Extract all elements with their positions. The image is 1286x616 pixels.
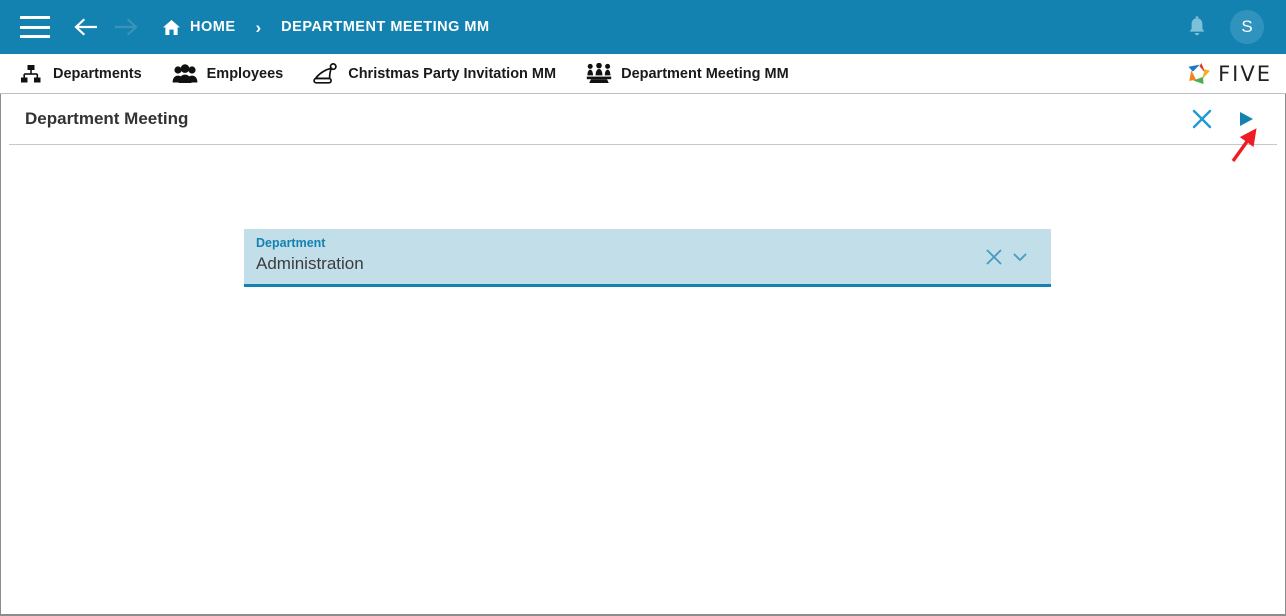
people-group-icon: [172, 63, 198, 84]
home-icon[interactable]: [162, 19, 181, 36]
breadcrumb-current-label: DEPARTMENT MEETING MM: [281, 19, 490, 35]
department-dropdown-button[interactable]: [1007, 244, 1033, 270]
page-title: Department Meeting: [25, 109, 189, 128]
tab-label: Departments: [53, 65, 142, 82]
hamburger-menu-icon[interactable]: [20, 16, 50, 38]
tab-label: Employees: [206, 65, 284, 82]
panel-actions: [1183, 100, 1277, 138]
close-button[interactable]: [1183, 100, 1221, 138]
run-button[interactable]: [1227, 100, 1265, 138]
play-triangle-icon: [1240, 112, 1253, 126]
avatar-initial: S: [1241, 17, 1253, 36]
people-group-glyph-icon: [172, 63, 198, 83]
hamburger-line: [20, 25, 50, 29]
meeting-table-icon: [586, 62, 612, 85]
breadcrumb-separator-icon: ›: [255, 17, 262, 37]
breadcrumb: HOME › DEPARTMENT MEETING MM: [162, 19, 490, 36]
arrow-left-icon: [74, 18, 97, 36]
department-field-label: Department: [256, 236, 326, 250]
tab-christmas-party-invitation[interactable]: Christmas Party Invitation MM: [313, 54, 556, 94]
content-panel: Department Meeting Department Administra…: [0, 94, 1286, 616]
department-field-icons: [981, 229, 1051, 284]
hamburger-line: [20, 35, 50, 38]
bell-icon: [1189, 16, 1205, 36]
close-x-icon: [1192, 109, 1212, 129]
santa-hat-glyph-icon: [313, 62, 337, 84]
header-right-actions: S: [1180, 10, 1264, 44]
tab-label: Department Meeting MM: [621, 65, 789, 82]
top-header-bar: HOME › DEPARTMENT MEETING MM S: [0, 0, 1286, 54]
tab-departments[interactable]: Departments: [18, 54, 142, 94]
hamburger-line: [20, 16, 50, 19]
org-chart-icon: [18, 64, 44, 84]
back-button[interactable]: [66, 7, 106, 47]
department-field-inner: Department Administration: [244, 229, 981, 275]
department-field-value[interactable]: Administration: [256, 253, 981, 275]
tab-employees[interactable]: Employees: [172, 54, 284, 94]
brand-name: FIVE: [1218, 61, 1272, 86]
brand-logo: FIVE: [1186, 61, 1272, 87]
forward-button[interactable]: [106, 7, 146, 47]
meeting-table-glyph-icon: [586, 62, 612, 83]
tab-label: Christmas Party Invitation MM: [348, 65, 557, 82]
clear-x-icon: [986, 249, 1002, 264]
notifications-button[interactable]: [1180, 10, 1214, 44]
five-pinwheel-logo-icon: [1188, 62, 1211, 84]
clear-department-button[interactable]: [981, 244, 1007, 270]
panel-header: Department Meeting: [9, 94, 1277, 145]
org-chart-glyph-icon: [21, 64, 41, 82]
tab-department-meeting[interactable]: Department Meeting MM: [586, 54, 789, 94]
department-field[interactable]: Department Administration: [244, 229, 1051, 287]
chevron-down-icon: [1013, 253, 1027, 261]
arrow-right-icon: [115, 18, 138, 36]
tab-bar: Departments Employees Christmas Party In…: [0, 54, 1286, 94]
home-glyph-icon: [163, 19, 180, 35]
breadcrumb-home-label[interactable]: HOME: [190, 19, 236, 35]
santa-hat-icon: [313, 62, 339, 85]
avatar[interactable]: S: [1230, 10, 1264, 44]
